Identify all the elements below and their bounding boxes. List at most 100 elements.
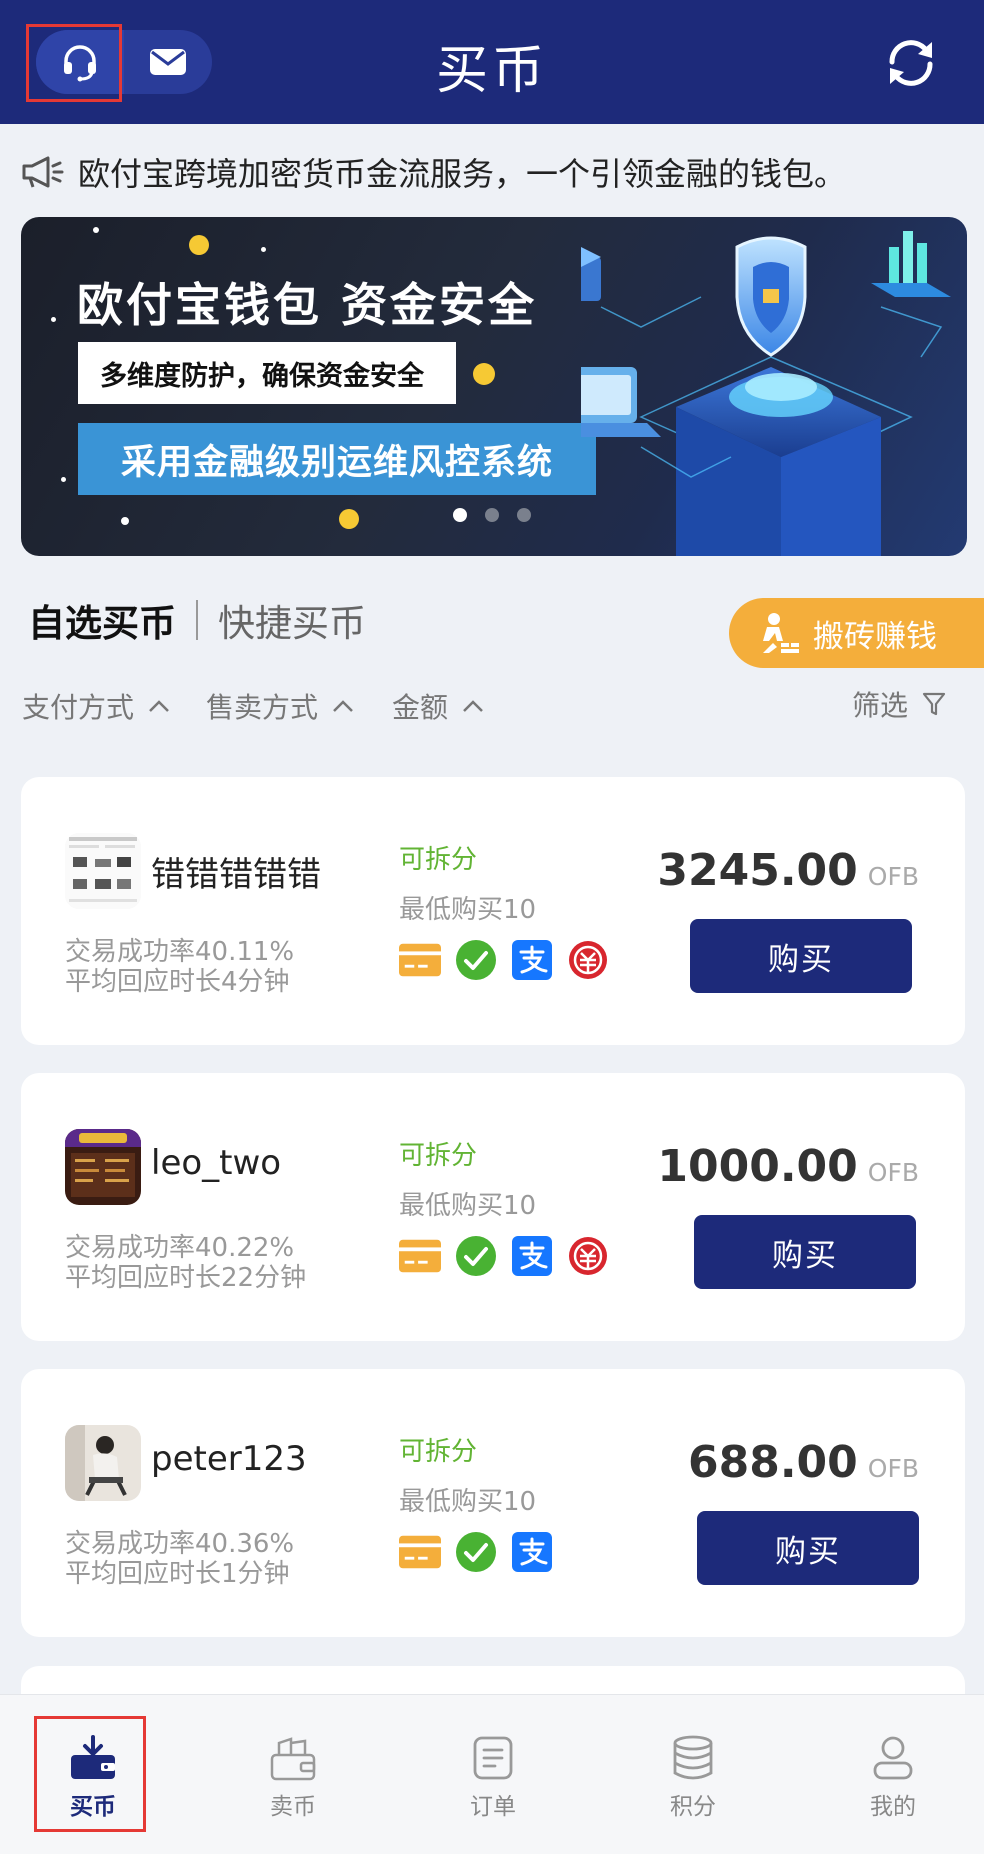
price-value: 3245.00 xyxy=(657,845,858,896)
unionpay-icon xyxy=(567,1235,609,1277)
filter-bar: 支付方式 售卖方式 金额 筛选 xyxy=(22,686,962,726)
bank-card-icon xyxy=(399,1531,441,1573)
earn-money-button[interactable]: 搬砖赚钱 xyxy=(729,598,984,668)
success-rate: 交易成功率40.22% xyxy=(65,1233,295,1263)
bank-card-icon xyxy=(399,939,441,981)
wechat-pay-icon xyxy=(455,1531,497,1573)
bottom-navigation: 买币 卖币 订单 积分 我的 xyxy=(0,1694,984,1854)
success-rate: 交易成功率40.36% xyxy=(65,1529,295,1559)
order-icon xyxy=(473,1736,513,1780)
wechat-pay-icon xyxy=(455,1235,497,1277)
price-display: 688.00 OFB xyxy=(688,1437,919,1488)
avatar xyxy=(65,833,141,909)
payment-method-label: 支付方式 xyxy=(22,691,135,724)
payment-method-filter[interactable]: 支付方式 xyxy=(22,686,170,726)
sparkle xyxy=(189,235,209,255)
funnel-icon xyxy=(922,692,946,716)
price-unit: OFB xyxy=(867,862,919,891)
banner-title: 欧付宝钱包 资金安全 xyxy=(77,278,538,332)
screen-filter-button[interactable]: 筛选 xyxy=(852,684,946,724)
min-purchase: 最低购买10 xyxy=(399,1191,537,1221)
price-display: 1000.00 OFB xyxy=(657,1141,919,1192)
chevron-up-icon xyxy=(463,700,483,712)
banner-strip: 采用金融级别运维风控系统 xyxy=(78,423,596,495)
sparkle xyxy=(473,363,495,385)
min-purchase: 最低购买10 xyxy=(399,895,537,925)
nav-orders-label: 订单 xyxy=(470,1794,516,1820)
promo-banner[interactable]: 欧付宝钱包 资金安全 多维度防护，确保资金安全 采用金融级别运维风控系统 xyxy=(21,217,967,556)
buy-button[interactable]: 购买 xyxy=(694,1215,916,1289)
nav-sell-coin-label: 卖币 xyxy=(270,1794,316,1820)
sparkle xyxy=(93,227,99,233)
seller-name[interactable]: 错错错错错 xyxy=(151,847,321,896)
splittable-label: 可拆分 xyxy=(399,1437,478,1467)
seller-stats: 交易成功率40.22% 平均回应时长22分钟 xyxy=(65,1233,306,1293)
bank-card-icon xyxy=(399,1235,441,1277)
carousel-dot[interactable] xyxy=(453,508,467,522)
payment-methods xyxy=(399,939,609,981)
nav-orders[interactable]: 订单 xyxy=(433,1735,553,1821)
page-title: 买币 xyxy=(435,41,548,101)
carousel-dot[interactable] xyxy=(485,508,499,522)
unionpay-icon xyxy=(567,939,609,981)
alipay-icon xyxy=(511,939,553,981)
seller-stats: 交易成功率40.11% 平均回应时长4分钟 xyxy=(65,937,294,997)
splittable-label: 可拆分 xyxy=(399,845,478,875)
nav-points-label: 积分 xyxy=(670,1794,716,1820)
nav-buy-coin[interactable]: 买币 xyxy=(33,1735,153,1821)
security-shield-illustration xyxy=(581,231,951,556)
carousel-dot[interactable] xyxy=(517,508,531,522)
buy-coin-icon xyxy=(71,1735,115,1779)
nav-buy-coin-label: 买币 xyxy=(70,1794,116,1820)
price-unit: OFB xyxy=(867,1158,919,1187)
seller-name[interactable]: peter123 xyxy=(151,1439,307,1479)
price-unit: OFB xyxy=(867,1454,919,1483)
sale-method-filter[interactable]: 售卖方式 xyxy=(206,686,354,726)
price-value: 688.00 xyxy=(687,1437,858,1488)
response-time: 平均回应时长4分钟 xyxy=(65,967,290,997)
sparkle xyxy=(339,509,359,529)
screen-filter-label: 筛选 xyxy=(852,689,909,722)
refresh-button[interactable] xyxy=(878,30,944,96)
amount-label: 金额 xyxy=(392,691,449,724)
announcement-text: 欧付宝跨境加密货币金流服务，一个引领金融的钱包。 xyxy=(78,155,847,193)
carousel-indicator[interactable] xyxy=(453,508,531,522)
alipay-icon xyxy=(511,1235,553,1277)
nav-points[interactable]: 积分 xyxy=(633,1735,753,1821)
avatar xyxy=(65,1425,141,1501)
announcement-bar[interactable]: 欧付宝跨境加密货币金流服务，一个引领金融的钱包。 xyxy=(20,148,964,196)
points-icon xyxy=(673,1735,713,1780)
buy-button[interactable]: 购买 xyxy=(697,1511,919,1585)
sparkle xyxy=(261,247,266,252)
listing-card: leo_two 交易成功率40.22% 平均回应时长22分钟 可拆分 最低购买1… xyxy=(21,1073,965,1341)
sparkle xyxy=(121,517,129,525)
seller-name[interactable]: leo_two xyxy=(151,1143,281,1183)
listing-card: peter123 交易成功率40.36% 平均回应时长1分钟 可拆分 最低购买1… xyxy=(21,1369,965,1637)
sell-coin-icon xyxy=(270,1737,316,1781)
banner-tagline: 多维度防护，确保资金安全 xyxy=(78,342,456,404)
nav-profile[interactable]: 我的 xyxy=(833,1735,953,1821)
response-time: 平均回应时长1分钟 xyxy=(65,1559,290,1589)
worker-icon xyxy=(763,613,799,653)
earn-money-label: 搬砖赚钱 xyxy=(813,618,937,655)
chevron-up-icon xyxy=(333,700,353,712)
success-rate: 交易成功率40.11% xyxy=(65,937,295,967)
amount-filter[interactable]: 金额 xyxy=(392,686,484,726)
price-value: 1000.00 xyxy=(657,1141,858,1192)
megaphone-icon xyxy=(22,156,64,188)
alipay-icon xyxy=(511,1531,553,1573)
sale-method-label: 售卖方式 xyxy=(206,691,319,724)
chevron-up-icon xyxy=(149,700,169,712)
payment-methods xyxy=(399,1531,553,1573)
nav-sell-coin[interactable]: 卖币 xyxy=(233,1735,353,1821)
response-time: 平均回应时长22分钟 xyxy=(65,1263,307,1293)
wechat-pay-icon xyxy=(455,939,497,981)
sparkle xyxy=(61,477,66,482)
refresh-icon xyxy=(889,40,933,86)
price-display: 3245.00 OFB xyxy=(657,845,919,896)
seller-stats: 交易成功率40.36% 平均回应时长1分钟 xyxy=(65,1529,294,1589)
buy-button[interactable]: 购买 xyxy=(690,919,912,993)
profile-icon xyxy=(873,1736,913,1780)
tab-quick-buy[interactable]: 快捷买币 xyxy=(218,593,366,647)
tab-custom-buy[interactable]: 自选买币 xyxy=(28,593,176,647)
